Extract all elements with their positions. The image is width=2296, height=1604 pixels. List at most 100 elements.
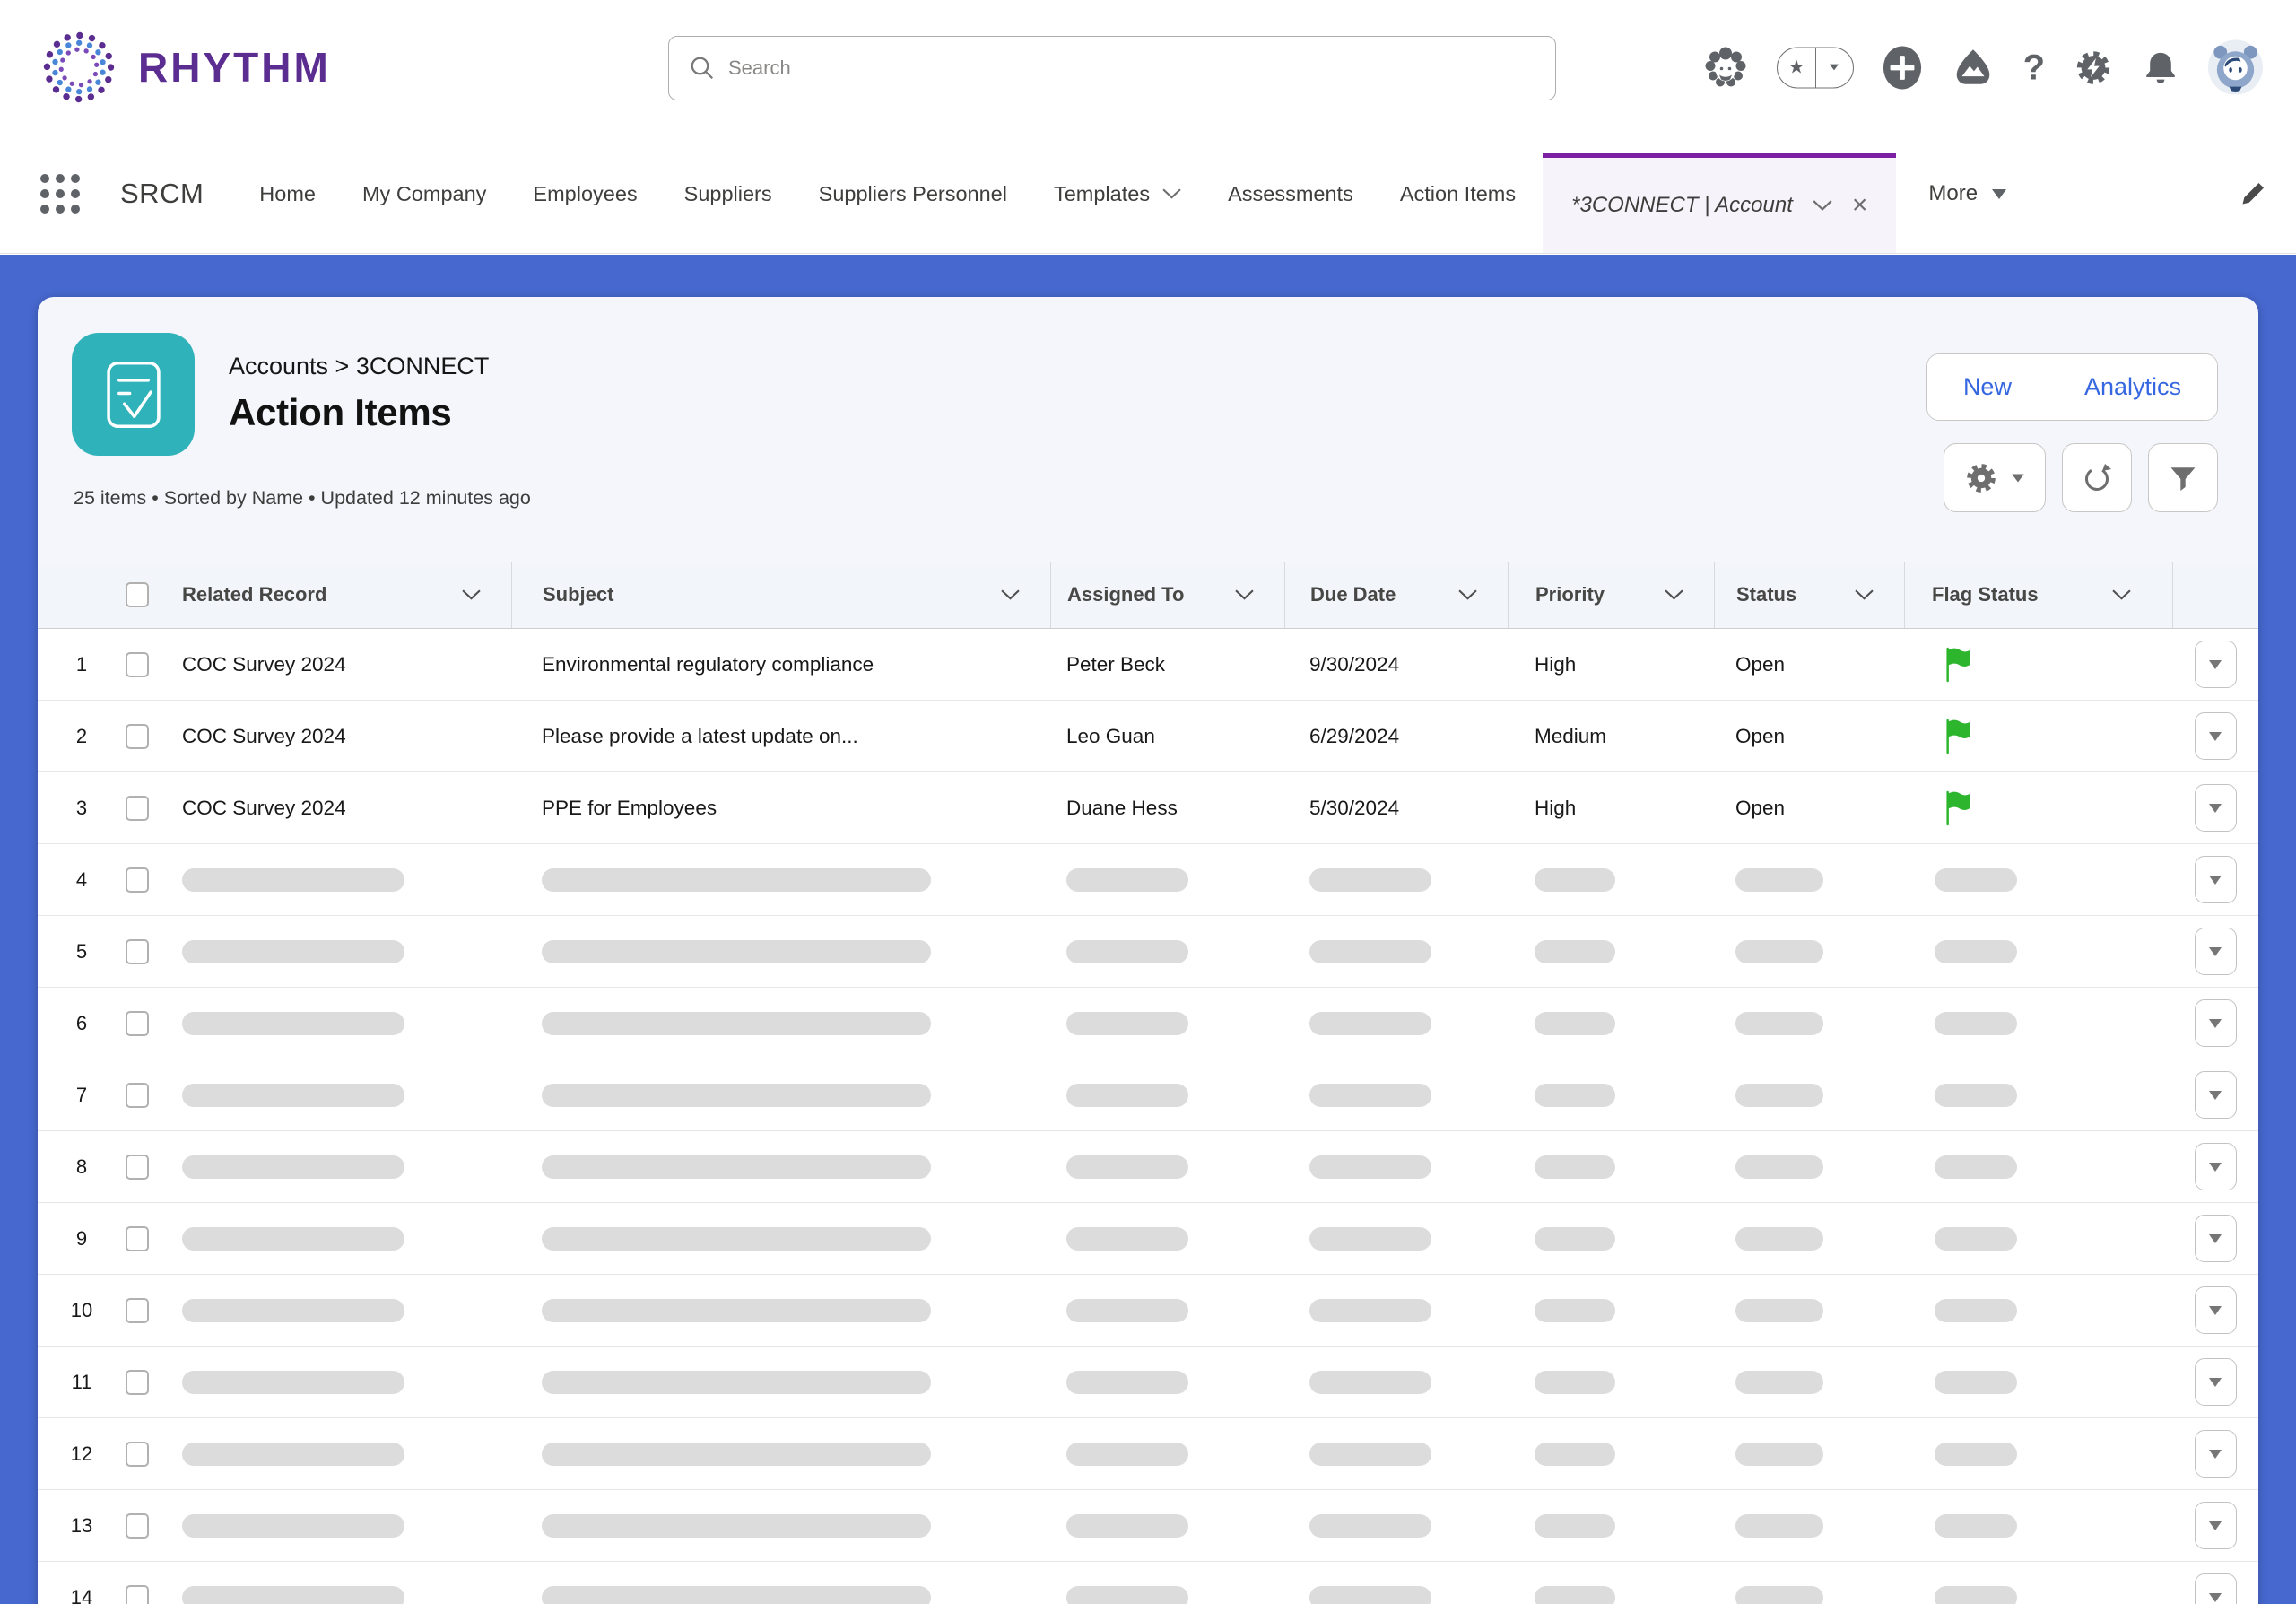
table-row-placeholder[interactable]: 5 xyxy=(38,916,2258,988)
row-checkbox[interactable] xyxy=(126,1442,149,1467)
column-header-due-date[interactable]: Due Date xyxy=(1284,562,1508,628)
chevron-down-icon[interactable] xyxy=(1458,589,1477,600)
column-header-related-record[interactable]: Related Record xyxy=(166,562,511,628)
favorites-control[interactable]: ★ xyxy=(1777,47,1854,88)
row-actions-button[interactable] xyxy=(2195,1358,2237,1406)
table-row[interactable]: 2COC Survey 2024Please provide a latest … xyxy=(38,701,2258,772)
column-header-subject[interactable]: Subject xyxy=(511,562,1050,628)
refresh-button[interactable] xyxy=(2062,443,2132,512)
new-button[interactable]: New xyxy=(1927,354,2048,420)
row-actions-button[interactable] xyxy=(2195,641,2237,688)
tab-my-company[interactable]: My Company xyxy=(362,182,486,206)
edit-nav-pencil-icon[interactable] xyxy=(2237,178,2269,210)
column-header-status[interactable]: Status xyxy=(1714,562,1904,628)
row-actions-button[interactable] xyxy=(2195,1215,2237,1262)
analytics-button[interactable]: Analytics xyxy=(2048,354,2217,420)
tab-3connect-account[interactable]: *3CONNECT | Account × xyxy=(1543,153,1896,253)
row-actions-button[interactable] xyxy=(2195,1286,2237,1334)
cell-related-record[interactable]: COC Survey 2024 xyxy=(166,797,511,820)
table-row-placeholder[interactable]: 9 xyxy=(38,1203,2258,1275)
row-checkbox[interactable] xyxy=(126,867,149,893)
tab-action-items[interactable]: Action Items xyxy=(1400,182,1516,206)
chevron-down-icon[interactable] xyxy=(1235,589,1254,600)
global-create-icon[interactable] xyxy=(1882,45,1923,90)
row-actions-button[interactable] xyxy=(2195,1430,2237,1478)
row-actions-button[interactable] xyxy=(2195,712,2237,760)
table-row-placeholder[interactable]: 13 xyxy=(38,1490,2258,1562)
table-row[interactable]: 1COC Survey 2024Environmental regulatory… xyxy=(38,629,2258,701)
chevron-down-icon[interactable] xyxy=(2112,589,2131,600)
row-actions-button[interactable] xyxy=(2195,1071,2237,1119)
cell-subject[interactable]: PPE for Employees xyxy=(511,797,1050,820)
row-actions-button[interactable] xyxy=(2195,856,2237,903)
setup-gear-icon[interactable] xyxy=(2073,47,2114,88)
chevron-down-icon[interactable] xyxy=(1665,589,1683,600)
column-header-priority[interactable]: Priority xyxy=(1508,562,1714,628)
cell-subject[interactable]: Please provide a latest update on... xyxy=(511,725,1050,748)
table-row-placeholder[interactable]: 11 xyxy=(38,1347,2258,1418)
row-checkbox[interactable] xyxy=(126,796,149,821)
app-launcher-icon[interactable] xyxy=(38,171,83,216)
row-actions-button[interactable] xyxy=(2195,999,2237,1047)
tab-suppliers-personnel[interactable]: Suppliers Personnel xyxy=(819,182,1007,206)
tab-home[interactable]: Home xyxy=(259,182,316,206)
select-all-checkbox[interactable] xyxy=(126,582,149,607)
table-row-placeholder[interactable]: 14 xyxy=(38,1562,2258,1604)
nav-more-menu[interactable]: More xyxy=(1928,181,2006,206)
chevron-down-icon[interactable] xyxy=(462,589,481,600)
cell-related-record[interactable]: COC Survey 2024 xyxy=(166,725,511,748)
row-checkbox[interactable] xyxy=(126,652,149,677)
table-row-placeholder[interactable]: 4 xyxy=(38,844,2258,916)
favorite-star-icon[interactable]: ★ xyxy=(1788,58,1805,77)
global-search[interactable] xyxy=(668,36,1556,100)
breadcrumb[interactable]: Accounts > 3CONNECT xyxy=(229,353,489,380)
row-checkbox[interactable] xyxy=(126,1370,149,1395)
brand-logo[interactable]: RHYTHM xyxy=(38,26,331,109)
cell-subject[interactable]: Environmental regulatory compliance xyxy=(511,653,1050,676)
row-checkbox[interactable] xyxy=(126,1083,149,1108)
tab-assessments[interactable]: Assessments xyxy=(1228,182,1353,206)
help-icon[interactable]: ? xyxy=(2023,49,2045,85)
user-avatar[interactable] xyxy=(2207,39,2264,96)
column-header-assigned-to[interactable]: Assigned To xyxy=(1050,562,1284,628)
row-actions-button[interactable] xyxy=(2195,1573,2237,1604)
table-row-placeholder[interactable]: 8 xyxy=(38,1131,2258,1203)
column-header-flag-status[interactable]: Flag Status xyxy=(1904,562,2172,628)
table-row-placeholder[interactable]: 10 xyxy=(38,1275,2258,1347)
tab-employees[interactable]: Employees xyxy=(533,182,637,206)
chevron-down-icon[interactable] xyxy=(1855,589,1874,600)
row-checkbox[interactable] xyxy=(126,1226,149,1251)
table-row-placeholder[interactable]: 12 xyxy=(38,1418,2258,1490)
row-actions-button[interactable] xyxy=(2195,784,2237,832)
row-actions-button[interactable] xyxy=(2195,1502,2237,1549)
row-checkbox[interactable] xyxy=(126,1585,149,1604)
trailhead-icon[interactable] xyxy=(1951,45,1996,90)
filter-button[interactable] xyxy=(2148,443,2218,512)
cell-assigned-to[interactable]: Leo Guan xyxy=(1050,725,1284,748)
close-tab-icon[interactable]: × xyxy=(1852,192,1868,219)
chevron-down-icon[interactable] xyxy=(1001,589,1020,600)
table-row[interactable]: 3COC Survey 2024PPE for EmployeesDuane H… xyxy=(38,772,2258,844)
cell-assigned-to[interactable]: Peter Beck xyxy=(1050,653,1284,676)
row-checkbox[interactable] xyxy=(126,939,149,964)
cell-assigned-to[interactable]: Duane Hess xyxy=(1050,797,1284,820)
cell-related-record[interactable]: COC Survey 2024 xyxy=(166,653,511,676)
einstein-icon[interactable] xyxy=(1702,44,1749,91)
tab-suppliers[interactable]: Suppliers xyxy=(684,182,772,206)
row-actions-button[interactable] xyxy=(2195,1143,2237,1190)
row-checkbox[interactable] xyxy=(126,1298,149,1323)
table-row-placeholder[interactable]: 6 xyxy=(38,988,2258,1059)
row-checkbox[interactable] xyxy=(126,1155,149,1180)
chevron-down-icon[interactable] xyxy=(1813,200,1832,211)
notifications-bell-icon[interactable] xyxy=(2142,48,2179,87)
row-actions-button[interactable] xyxy=(2195,928,2237,975)
tab-templates[interactable]: Templates xyxy=(1054,182,1181,206)
search-input[interactable] xyxy=(728,57,1535,80)
row-checkbox[interactable] xyxy=(126,724,149,749)
row-checkbox[interactable] xyxy=(126,1011,149,1036)
favorites-caret-icon[interactable] xyxy=(1831,65,1839,71)
cell-row-actions xyxy=(2172,784,2258,832)
list-settings-button[interactable] xyxy=(1944,443,2046,512)
row-checkbox[interactable] xyxy=(126,1513,149,1539)
table-row-placeholder[interactable]: 7 xyxy=(38,1059,2258,1131)
